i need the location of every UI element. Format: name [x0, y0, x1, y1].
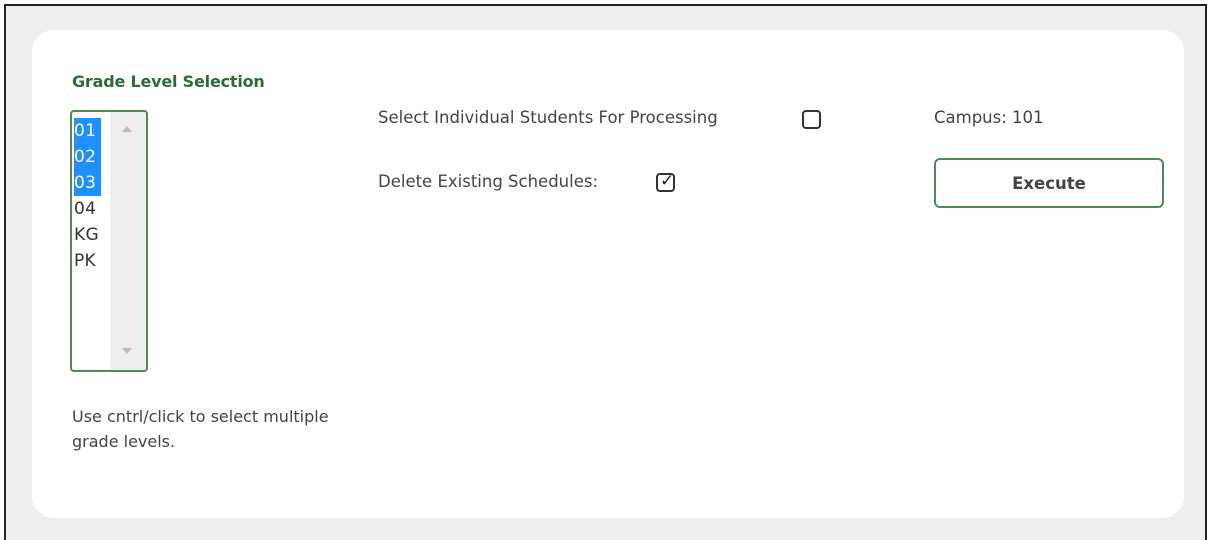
grade-level-option-pk[interactable]: PK [74, 248, 104, 274]
grade-level-option-04[interactable]: 04 [74, 196, 104, 222]
grade-level-listbox[interactable]: 01 02 03 04 KG PK [70, 110, 148, 372]
page-frame: Grade Level Selection 01 02 03 04 KG PK … [4, 4, 1207, 540]
grade-level-selection-title: Grade Level Selection [72, 72, 265, 91]
grade-level-option-02[interactable]: 02 [74, 144, 101, 170]
delete-existing-schedules-label: Delete Existing Schedules: [378, 172, 599, 191]
grade-level-list: 01 02 03 04 KG PK [74, 118, 104, 274]
grade-level-option-03[interactable]: 03 [74, 170, 101, 196]
content-panel: Grade Level Selection 01 02 03 04 KG PK … [32, 30, 1184, 518]
select-individual-students-label: Select Individual Students For Processin… [378, 108, 718, 127]
select-individual-students-checkbox[interactable] [802, 110, 821, 129]
grade-level-option-kg[interactable]: KG [74, 222, 104, 248]
listbox-scrollbar[interactable] [110, 112, 146, 370]
campus-label: Campus: 101 [934, 108, 1044, 127]
execute-button[interactable]: Execute [934, 158, 1164, 208]
grade-level-option-01[interactable]: 01 [74, 118, 101, 144]
grade-level-help-text: Use cntrl/click to select multiple grade… [72, 407, 329, 451]
scroll-up-icon[interactable] [122, 126, 132, 132]
scroll-down-icon[interactable] [122, 348, 132, 354]
checkmark-icon: ✓ [660, 171, 675, 191]
delete-existing-schedules-checkbox[interactable]: ✓ [656, 171, 675, 192]
